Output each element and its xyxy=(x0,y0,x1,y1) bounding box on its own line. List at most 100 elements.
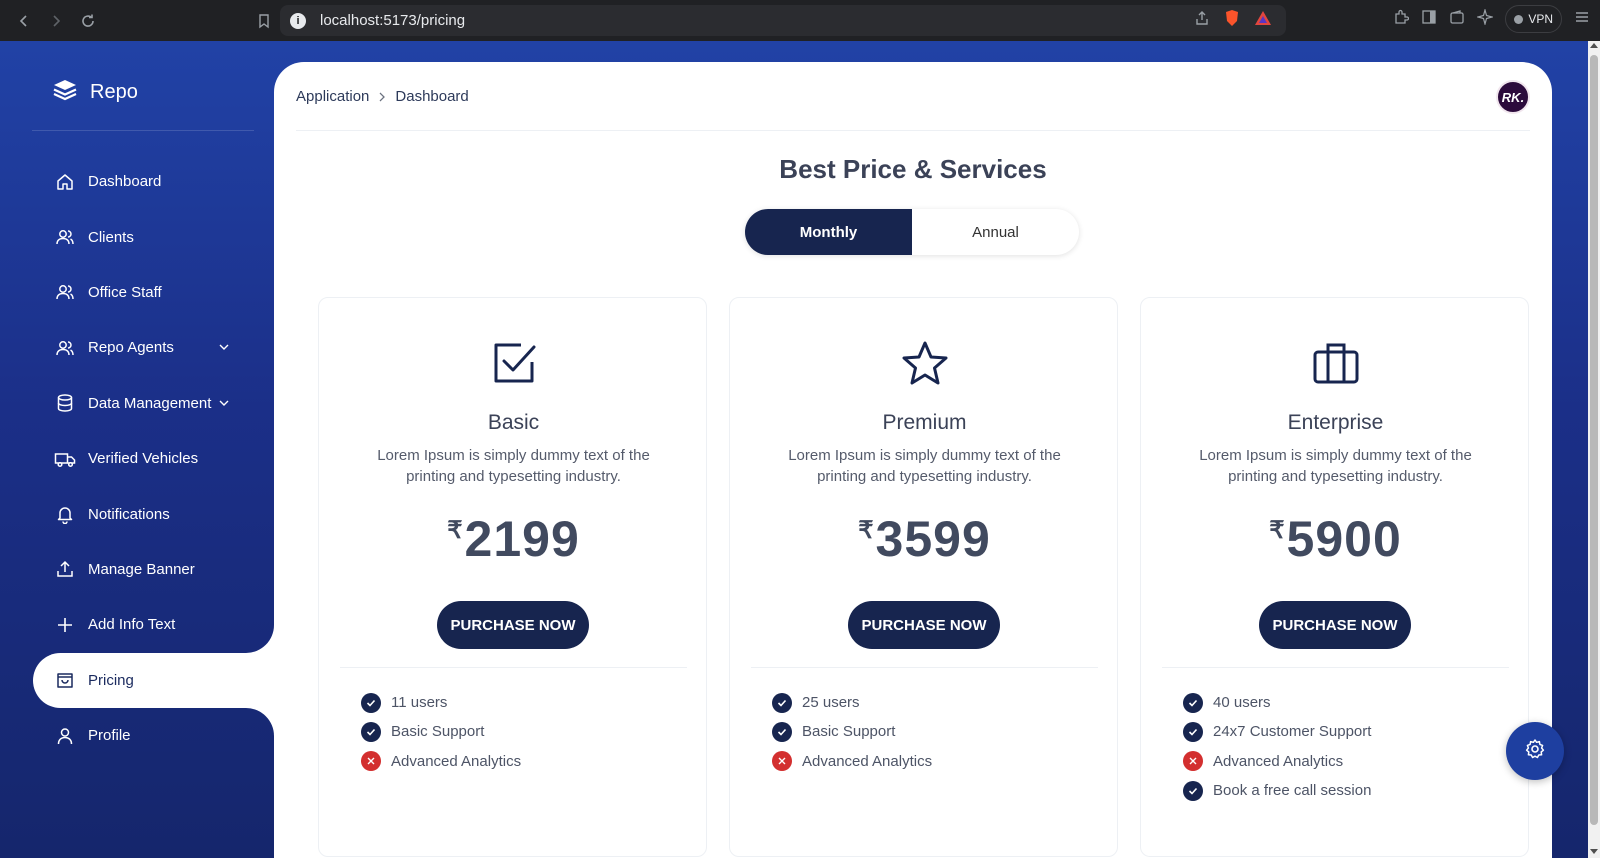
logo[interactable]: Repo xyxy=(52,77,138,108)
breadcrumb-item[interactable]: Dashboard xyxy=(395,88,468,105)
price-amount: 3599 xyxy=(875,511,991,567)
check-circle-icon xyxy=(1183,780,1203,801)
bell-icon xyxy=(54,503,76,525)
brave-shield-icon[interactable] xyxy=(1224,9,1240,32)
sidebar-item-label: Profile xyxy=(88,727,131,745)
page-scrollbar[interactable] xyxy=(1588,41,1600,858)
users-icon xyxy=(54,226,76,248)
chevron-right-icon xyxy=(377,89,387,105)
url-text: localhost:5173/pricing xyxy=(320,12,466,29)
header-divider xyxy=(296,130,1530,131)
billing-option-annual[interactable]: Annual xyxy=(912,209,1079,255)
x-circle-icon xyxy=(772,751,792,772)
purchase-button[interactable]: PURCHASE NOW xyxy=(437,601,589,649)
check-circle-icon xyxy=(1183,692,1203,713)
sidebar-item-clients[interactable]: Clients xyxy=(0,209,274,264)
app-root: Repo Dashboard Clients Office Staff Repo… xyxy=(0,41,1588,858)
feature-text: Advanced Analytics xyxy=(1213,752,1344,770)
sidebar-nav: Dashboard Clients Office Staff Repo Agen… xyxy=(0,154,274,763)
truck-icon xyxy=(54,448,76,470)
billing-toggle: Monthly Annual xyxy=(745,209,1079,255)
vpn-button[interactable]: VPN xyxy=(1505,5,1562,33)
sidebar: Repo Dashboard Clients Office Staff Repo… xyxy=(0,41,274,858)
currency-symbol: ₹ xyxy=(447,517,463,544)
sidebar-item-verified-vehicles[interactable]: Verified Vehicles xyxy=(0,431,274,486)
sidebar-item-office-staff[interactable]: Office Staff xyxy=(0,265,274,320)
feature-list: 11 users Basic Support Advanced Analytic… xyxy=(361,688,521,776)
plan-name: Basic xyxy=(487,411,540,434)
feature-list: 40 users 24x7 Customer Support Advanced … xyxy=(1183,688,1371,805)
page-title: Best Price & Services xyxy=(779,154,1047,184)
purchase-button[interactable]: PURCHASE NOW xyxy=(848,601,1000,649)
gear-icon xyxy=(1524,738,1546,765)
sidebar-toggle-icon[interactable] xyxy=(1421,9,1437,30)
plan-description: Lorem Ipsum is simply dummy text of the … xyxy=(377,447,650,485)
check-square-icon xyxy=(319,340,708,386)
x-circle-icon xyxy=(1183,751,1203,772)
bookmark-icon[interactable] xyxy=(248,5,280,37)
vpn-status-icon xyxy=(1514,14,1524,24)
sidebar-item-repo-agents[interactable]: Repo Agents xyxy=(0,320,274,375)
chevron-down-icon[interactable] xyxy=(218,340,230,357)
scroll-down-icon[interactable] xyxy=(1590,849,1598,854)
feature-text: Advanced Analytics xyxy=(391,752,522,770)
card-divider xyxy=(1162,667,1509,668)
sidebar-item-notifications[interactable]: Notifications xyxy=(0,486,274,541)
briefcase-icon xyxy=(1141,340,1530,386)
feature-item: Advanced Analytics xyxy=(361,747,521,776)
users-icon xyxy=(54,281,76,303)
feature-text: Basic Support xyxy=(802,723,896,741)
plan-description: Lorem Ipsum is simply dummy text of the … xyxy=(1199,447,1472,485)
card-divider xyxy=(751,667,1098,668)
database-icon xyxy=(54,392,76,414)
sidebar-item-label: Repo Agents xyxy=(88,339,174,357)
pricing-card-premium: Premium Lorem Ipsum is simply dummy text… xyxy=(729,297,1118,857)
breadcrumb: Application Dashboard xyxy=(296,88,469,105)
feature-list: 25 users Basic Support Advanced Analytic… xyxy=(772,688,932,776)
breadcrumb-item[interactable]: Application xyxy=(296,88,369,105)
avatar[interactable]: RK. xyxy=(1496,80,1530,114)
address-bar[interactable]: i localhost:5173/pricing xyxy=(280,5,1286,36)
feature-text: 24x7 Customer Support xyxy=(1213,723,1372,741)
upload-icon xyxy=(54,558,76,580)
sidebar-item-add-info-text[interactable]: Add Info Text xyxy=(0,597,274,652)
sidebar-item-pricing[interactable]: Pricing xyxy=(33,652,274,708)
sidebar-item-dashboard[interactable]: Dashboard xyxy=(0,154,274,209)
sidebar-item-profile[interactable]: Profile xyxy=(0,708,274,763)
scroll-up-icon[interactable] xyxy=(1590,43,1598,48)
site-info-icon[interactable]: i xyxy=(290,12,306,29)
brave-rewards-icon[interactable] xyxy=(1254,10,1272,31)
check-circle-icon xyxy=(772,692,792,713)
sidebar-item-label: Dashboard xyxy=(88,173,162,191)
scrollbar-thumb[interactable] xyxy=(1590,55,1598,825)
forward-icon[interactable] xyxy=(40,5,72,37)
feature-item: Advanced Analytics xyxy=(772,747,932,776)
users-icon xyxy=(54,337,76,359)
x-circle-icon xyxy=(361,751,381,772)
purchase-button[interactable]: PURCHASE NOW xyxy=(1259,601,1411,649)
billing-option-monthly[interactable]: Monthly xyxy=(745,209,912,255)
sidebar-item-label: Clients xyxy=(88,228,134,246)
layers-icon xyxy=(52,77,78,108)
plan-name: Premium xyxy=(882,411,967,434)
plan-price: ₹ 3599 xyxy=(730,510,1119,568)
reload-icon[interactable] xyxy=(72,5,104,37)
settings-fab-button[interactable] xyxy=(1506,722,1564,780)
wallet-icon[interactable] xyxy=(1449,9,1465,30)
sidebar-item-label: Verified Vehicles xyxy=(88,450,199,468)
leo-ai-icon[interactable] xyxy=(1476,7,1495,30)
sidebar-item-manage-banner[interactable]: Manage Banner xyxy=(0,542,274,597)
sidebar-item-data-management[interactable]: Data Management xyxy=(0,376,274,431)
plan-price: ₹ 5900 xyxy=(1141,510,1530,568)
plan-price: ₹ 2199 xyxy=(319,510,708,568)
menu-icon[interactable] xyxy=(1574,9,1590,30)
back-icon[interactable] xyxy=(8,5,40,37)
chevron-down-icon[interactable] xyxy=(218,396,230,413)
check-circle-icon xyxy=(361,721,381,742)
extensions-icon[interactable] xyxy=(1393,9,1410,30)
share-icon[interactable] xyxy=(1194,10,1210,31)
pricing-cards: Basic Lorem Ipsum is simply dummy text o… xyxy=(318,297,1529,857)
check-circle-icon xyxy=(772,721,792,742)
feature-text: 11 users xyxy=(391,694,448,712)
star-icon xyxy=(730,340,1119,386)
